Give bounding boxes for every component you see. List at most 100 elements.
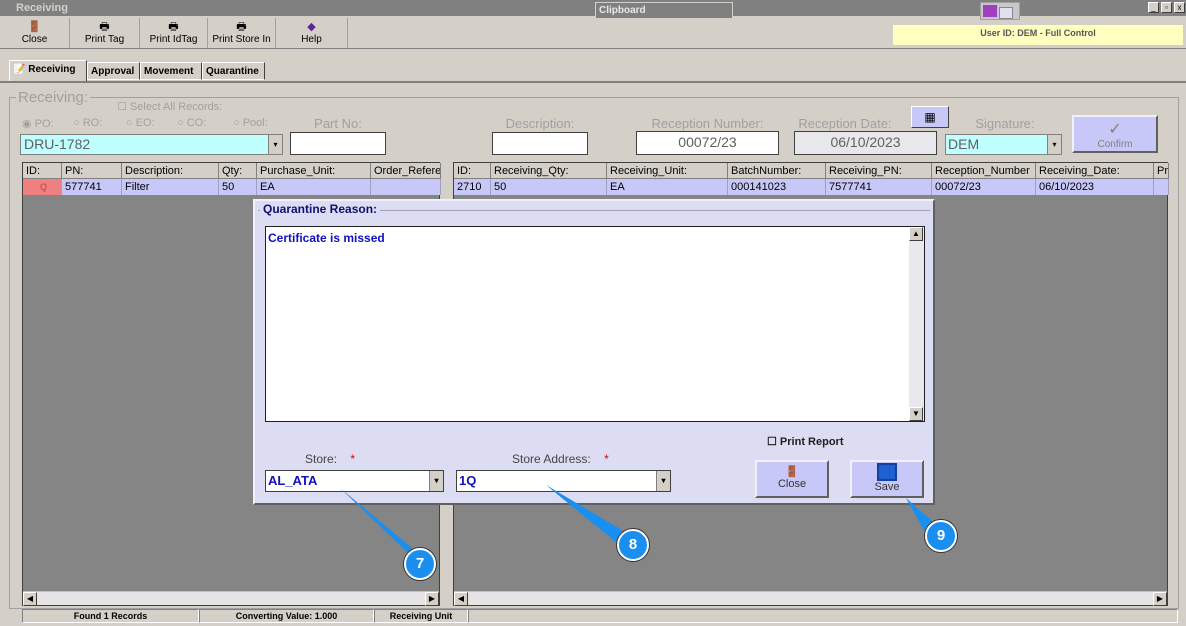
cell[interactable]: EA [257,179,371,195]
column-header[interactable]: Reception_Number [932,163,1036,179]
group-title: Receiving: [16,89,91,106]
column-header[interactable]: PN: [62,163,122,179]
minimize-button[interactable]: _ [1148,2,1159,13]
s-icon[interactable] [983,5,997,17]
tab-quarantine[interactable]: Quarantine [202,62,265,80]
toolbar-print-tag-button[interactable]: 🖶 Print Tag [70,18,140,48]
divider [0,48,1186,49]
status-converting-value: Converting Value: 1.000 [199,609,374,623]
reception-date-input[interactable]: 06/10/2023 [794,131,937,155]
calendar-button[interactable]: ▦ [911,106,949,128]
cell[interactable]: 000141023 [728,179,826,195]
cell[interactable]: 577741 [62,179,122,195]
print-report-checkbox[interactable]: ☐ Print Report [767,435,843,448]
toolbar-close-button[interactable]: 🚪 Close [0,18,70,48]
column-header[interactable]: Receiving_PN: [826,163,932,179]
radio-ro[interactable]: ○ RO: [73,117,102,129]
cell[interactable]: 2710 [454,179,491,195]
status-unit: Receiving Unit [374,609,468,623]
toolbar-label: Help [301,34,322,45]
horizontal-scrollbar[interactable]: ◀ ▶ [454,591,1167,606]
cell[interactable]: 50 [491,179,607,195]
status-extra [468,609,1178,623]
window-title: Receiving [16,2,68,14]
cell[interactable]: 50 [219,179,257,195]
calendar-icon: ▦ [924,110,936,124]
tab-approval[interactable]: Approval [87,62,140,80]
column-header[interactable]: Receiving_Unit: [607,163,728,179]
toolbar-print-idtag-button[interactable]: 🖶 Print IdTag [140,18,208,48]
toolbar-label: Print IdTag [149,34,198,45]
radio-pool[interactable]: ○ Pool: [233,117,268,129]
select-all-checkbox[interactable]: ☐ Select All Records: [117,100,222,113]
clipboard-panel[interactable]: Clipboard [595,2,733,19]
column-header[interactable]: ID: [454,163,491,179]
chevron-down-icon[interactable]: ▾ [656,471,670,491]
cell[interactable] [371,179,441,195]
door-icon: 🚪 [785,466,799,478]
toolbar-label: Print Store In [212,34,271,45]
confirm-button[interactable]: ✓ Confirm [1072,115,1158,153]
reception-date-label: Reception Date: [798,116,892,131]
toolbar-label: Close [21,34,48,45]
status-cell[interactable]: Q [23,179,62,195]
cell[interactable]: 7577741 [826,179,932,195]
column-header[interactable]: ID: [23,163,62,179]
column-header[interactable]: Description: [122,163,219,179]
door-icon: 🚪 [27,21,42,33]
column-header[interactable]: Receiving_Date: [1036,163,1154,179]
vertical-scrollbar[interactable]: ▲ ▼ [909,227,924,421]
chevron-down-icon[interactable]: ▾ [1047,135,1061,154]
description-input[interactable] [492,132,588,155]
help-book-icon: ◆ [307,21,316,33]
column-header[interactable]: Pr [1154,163,1169,179]
column-header[interactable]: Qty: [219,163,257,179]
callout-badge-9: 9 [925,520,957,552]
store-address-combo[interactable]: 1Q ▾ [456,470,671,492]
column-header[interactable]: Receiving_Qty: [491,163,607,179]
cell[interactable]: 06/10/2023 [1036,179,1154,195]
close-window-button[interactable]: x [1174,2,1185,13]
part-no-label: Part No: [314,116,362,131]
reception-number-input[interactable]: 00072/23 [636,131,779,155]
cell[interactable]: Filter [122,179,219,195]
checkmark-icon: ✓ [1108,121,1122,138]
floppy-save-icon [877,463,897,481]
toolbar-help-button[interactable]: ◆ Help [276,18,348,48]
tab-receiving[interactable]: 📝 Receiving [9,60,87,81]
column-header[interactable]: Purchase_Unit: [257,163,371,179]
printer-icon: 🖶 [168,21,179,33]
toolbar-print-store-in-button[interactable]: 🖶 Print Store In [208,18,276,48]
column-header[interactable]: BatchNumber: [728,163,826,179]
radio-eo[interactable]: ○ EO: [126,117,155,129]
dialog-save-button[interactable]: Save [850,460,924,498]
cell[interactable]: 00072/23 [932,179,1036,195]
store-label: Store: * [305,452,356,466]
order-combo[interactable]: DRU-1782 ▾ [20,134,283,155]
restore-button[interactable]: ▫ [1161,2,1172,13]
horizontal-scrollbar[interactable]: ◀ ▶ [23,591,439,606]
quick-icons[interactable] [980,2,1020,20]
tab-movement[interactable]: Movement [140,62,202,80]
part-no-input[interactable] [290,132,386,155]
column-header[interactable]: Order_Refere [371,163,441,179]
chevron-down-icon[interactable]: ▾ [429,471,443,491]
cell[interactable] [1154,179,1169,195]
radio-co[interactable]: ○ CO: [177,117,206,129]
description-label: Description: [505,116,575,131]
reception-number-label: Reception Number: [651,116,764,131]
store-combo[interactable]: AL_ATA ▾ [265,470,444,492]
radio-po[interactable]: ◉ PO: [22,117,54,130]
callout-badge-8: 8 [617,529,649,561]
toolbar-label: Print Tag [84,34,125,45]
reason-textarea[interactable]: Certificate is missed ▲ ▼ [265,226,925,422]
divider [0,81,1186,83]
dialog-close-button[interactable]: 🚪 Close [755,460,829,498]
quarantine-dialog: Quarantine Reason: Certificate is missed… [253,199,935,505]
chevron-down-icon[interactable]: ▾ [268,135,282,154]
edit-icon[interactable] [999,7,1013,19]
signature-combo[interactable]: DEM ▾ [945,134,1062,155]
cell[interactable]: EA [607,179,728,195]
reason-text[interactable]: Certificate is missed [268,231,385,245]
signature-label: Signature: [975,116,1035,131]
